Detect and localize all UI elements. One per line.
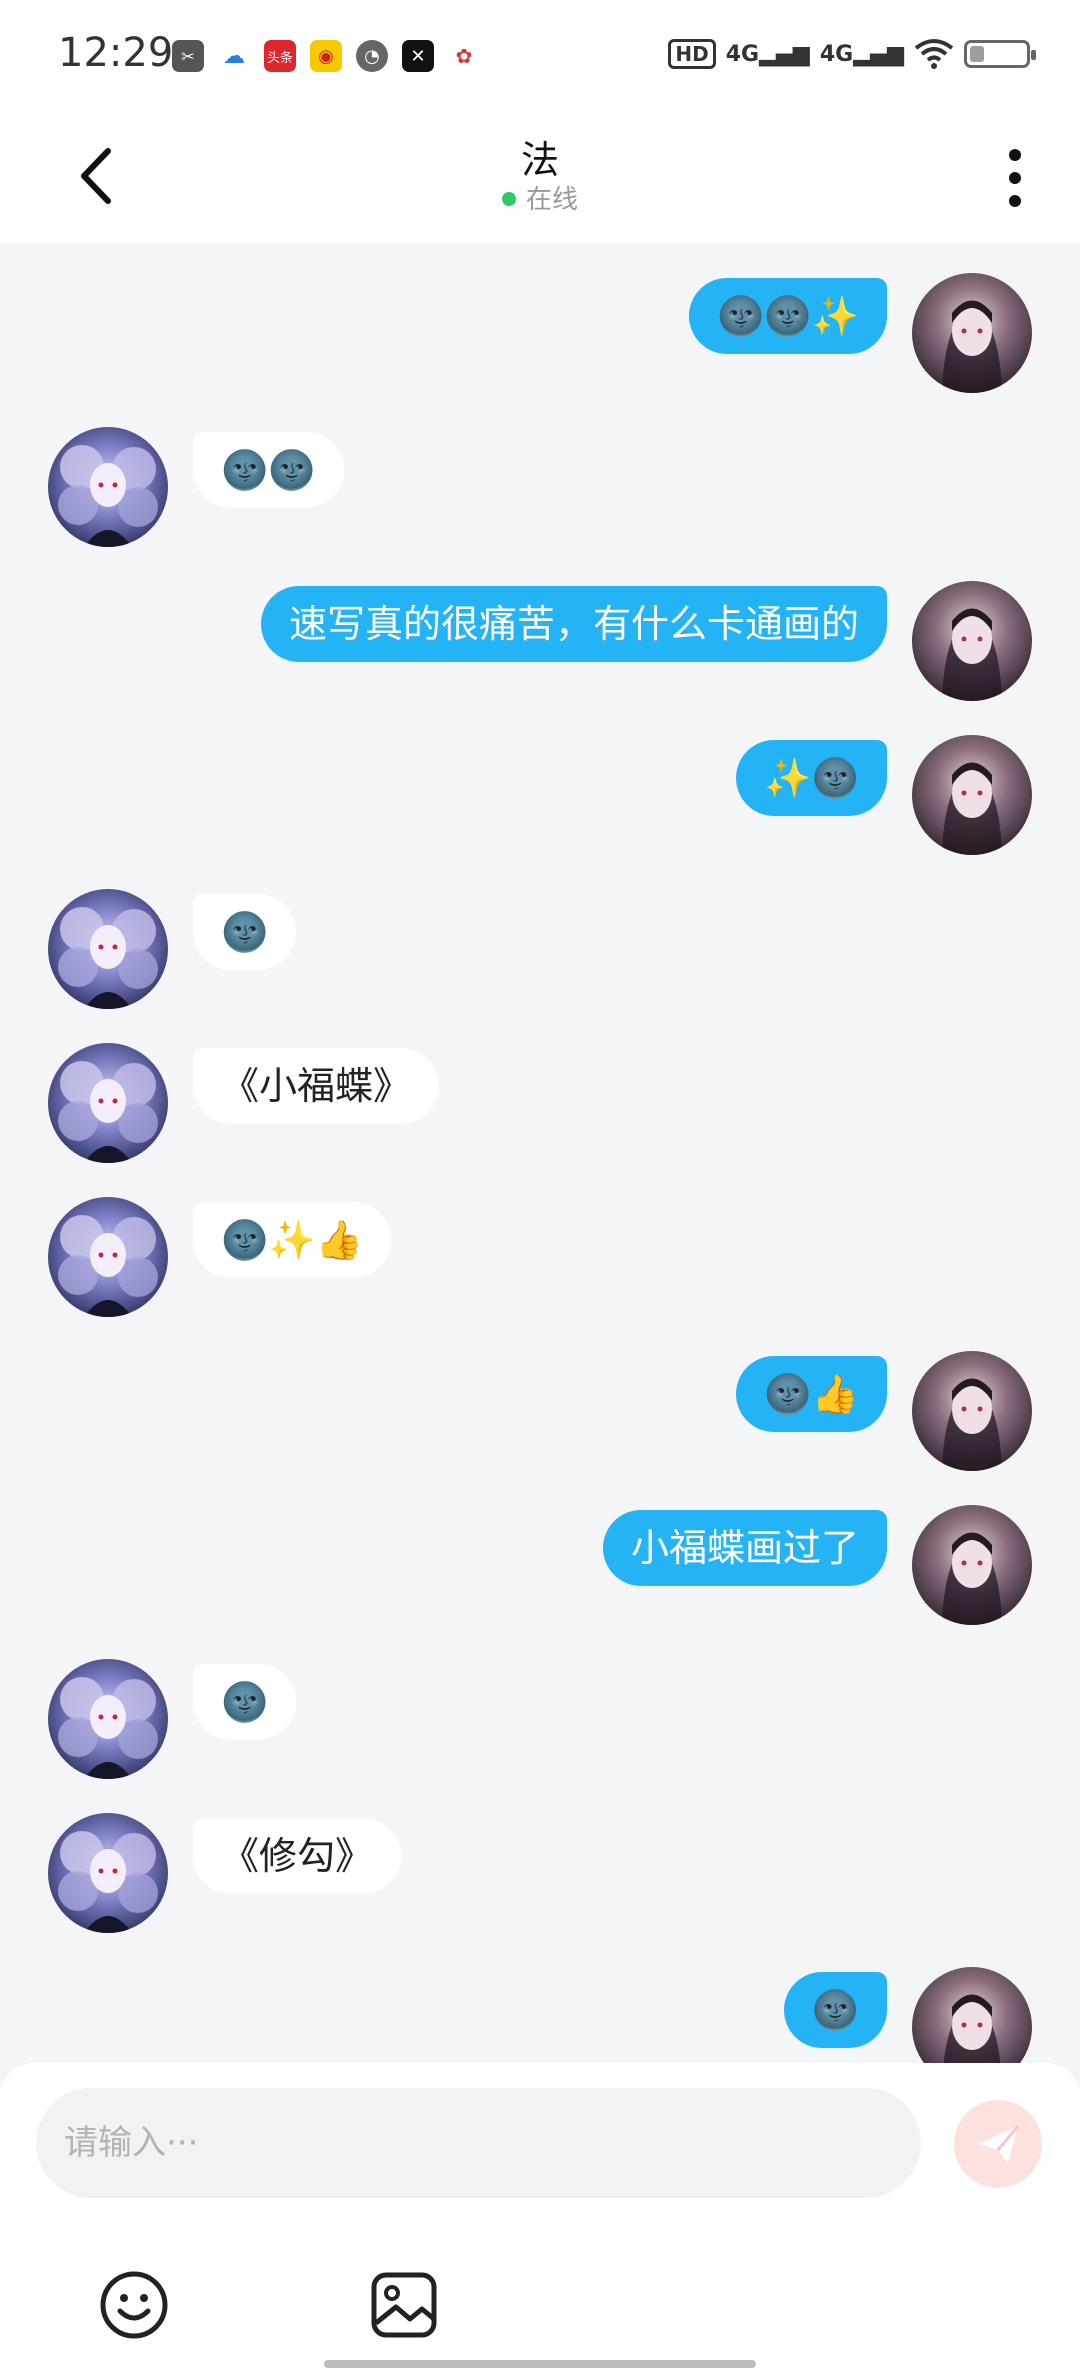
message-bubble[interactable]: 小福蝶画过了 xyxy=(602,1510,887,1586)
my-avatar[interactable] xyxy=(912,735,1032,855)
contact-avatar[interactable] xyxy=(48,1197,168,1317)
contact-avatar[interactable] xyxy=(48,889,168,1009)
colorful-app-icon: ✿ xyxy=(448,40,480,72)
wifi-icon xyxy=(914,39,954,69)
message-bubble[interactable]: 🌚 xyxy=(783,1972,887,2048)
more-options-icon[interactable] xyxy=(1000,143,1030,213)
scissors-app-icon: ✂ xyxy=(172,40,204,72)
message-bubble[interactable]: 🌚🌚 xyxy=(193,432,344,508)
battery-level xyxy=(970,46,984,62)
battery-icon xyxy=(964,40,1036,68)
hd-icon: HD xyxy=(668,39,716,69)
message-row: 🌚🌚 xyxy=(0,427,1080,557)
message-list[interactable]: 🌚🌚✨ 🌚🌚 速写真的很痛苦，有什么卡通画的 ✨🌚 🌚 《小福蝶》 🌚✨👍 🌚👍… xyxy=(0,243,1080,2063)
cloud-app-icon: ☁ xyxy=(218,40,250,72)
contact-name: 法 xyxy=(520,138,559,182)
message-bubble[interactable]: 《小福蝶》 xyxy=(193,1048,440,1124)
status-bar: 12:29 ✂ ☁ 头条 ◉ ◔ ✕ ✿ HD 4G▂▄▆ 4G▂▄▆ xyxy=(0,0,1080,115)
contact-avatar[interactable] xyxy=(48,427,168,547)
my-avatar[interactable] xyxy=(912,1505,1032,1625)
message-row: 🌚✨👍 xyxy=(0,1197,1080,1327)
message-row: 🌚 xyxy=(0,889,1080,1019)
message-bubble[interactable]: ✨🌚 xyxy=(736,740,887,816)
message-row: 🌚🌚✨ xyxy=(0,273,1080,403)
signal-icon-2: 4G▂▄▆ xyxy=(819,41,904,67)
smiley-face-icon[interactable] xyxy=(98,2269,170,2341)
toutiao-app-icon: 头条 xyxy=(264,40,296,72)
status-time: 12:29 xyxy=(58,30,174,76)
message-input[interactable] xyxy=(36,2088,921,2198)
composer xyxy=(0,2063,1080,2376)
message-bubble[interactable]: 🌚👍 xyxy=(736,1356,887,1432)
message-bubble[interactable]: 速写真的很痛苦，有什么卡通画的 xyxy=(260,586,887,662)
online-status: 在线 xyxy=(0,179,1080,216)
system-status-icons: HD 4G▂▄▆ 4G▂▄▆ xyxy=(668,38,1036,70)
image-icon[interactable] xyxy=(368,2269,440,2341)
contact-avatar[interactable] xyxy=(48,1813,168,1933)
message-row: 🌚 xyxy=(0,1967,1080,2063)
online-dot-icon xyxy=(501,191,516,206)
message-row: 《小福蝶》 xyxy=(0,1043,1080,1173)
contact-avatar[interactable] xyxy=(48,1043,168,1163)
message-bubble[interactable]: 🌚🌚✨ xyxy=(689,278,887,354)
weibo-app-icon: ◉ xyxy=(310,40,342,72)
message-bubble[interactable]: 🌚 xyxy=(193,1664,297,1740)
my-avatar[interactable] xyxy=(912,273,1032,393)
contact-avatar[interactable] xyxy=(48,1659,168,1779)
message-bubble[interactable]: 🌚✨👍 xyxy=(193,1202,391,1278)
message-row: 🌚👍 xyxy=(0,1351,1080,1481)
message-bubble[interactable]: 🌚 xyxy=(193,894,297,970)
message-bubble[interactable]: 《修勾》 xyxy=(193,1818,402,1894)
send-button[interactable] xyxy=(954,2100,1042,2188)
message-row: 速写真的很痛苦，有什么卡通画的 xyxy=(0,581,1080,711)
capcut-app-icon: ✕ xyxy=(402,40,434,72)
message-row: 🌚 xyxy=(0,1659,1080,1789)
speedometer-app-icon: ◔ xyxy=(356,40,388,72)
chat-header: 法 在线 xyxy=(0,115,1080,243)
my-avatar[interactable] xyxy=(912,1351,1032,1471)
message-row: 小福蝶画过了 xyxy=(0,1505,1080,1635)
home-indicator[interactable] xyxy=(324,2360,756,2368)
message-row: ✨🌚 xyxy=(0,735,1080,865)
notification-icons: ✂ ☁ 头条 ◉ ◔ ✕ ✿ xyxy=(172,40,480,72)
my-avatar[interactable] xyxy=(912,1967,1032,2063)
paper-plane-icon xyxy=(978,2125,1020,2164)
message-row: 《修勾》 xyxy=(0,1813,1080,1943)
signal-icon-1: 4G▂▄▆ xyxy=(725,41,810,67)
my-avatar[interactable] xyxy=(912,581,1032,701)
